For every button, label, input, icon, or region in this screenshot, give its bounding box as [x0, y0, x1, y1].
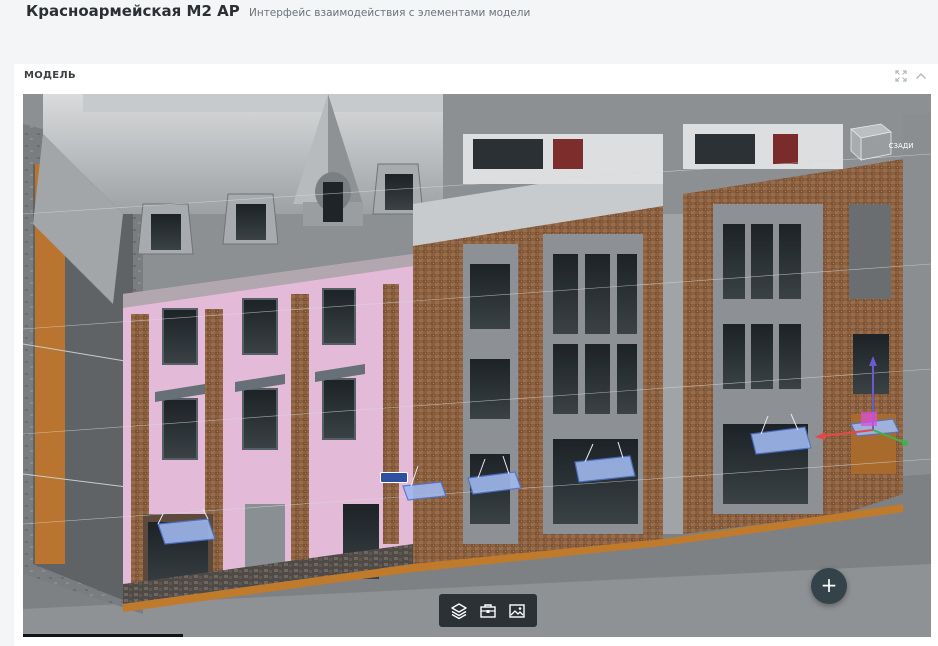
panel-header: МОДЕЛЬ	[14, 64, 938, 92]
viewer-toolbar	[439, 594, 537, 627]
page-title: Красноармейская М2 АР Интерфейс взаимоде…	[26, 2, 530, 20]
toolbox-button[interactable]	[477, 600, 499, 622]
viewcube-label: СЗАДИ	[888, 142, 914, 150]
plus-icon: +	[820, 573, 838, 597]
expand-icon[interactable]	[894, 69, 908, 83]
panel-label: МОДЕЛЬ	[24, 70, 76, 81]
viewcube[interactable]: СЗАДИ	[881, 124, 921, 158]
model-viewport[interactable]: СЗАДИ +	[23, 94, 931, 637]
image-icon	[508, 603, 525, 618]
page-header: Красноармейская М2 АР Интерфейс взаимоде…	[0, 0, 938, 44]
toolbox-icon	[480, 603, 496, 618]
page-title-text: Красноармейская М2 АР	[26, 2, 240, 20]
element-marker[interactable]	[380, 472, 408, 483]
chevron-up-icon[interactable]	[914, 69, 928, 83]
panel-tools	[894, 69, 928, 83]
loading-progress-bar	[23, 634, 183, 637]
layers-button[interactable]	[448, 600, 470, 622]
model-panel: МОДЕЛЬ СЗАДИ +	[14, 64, 938, 646]
image-button[interactable]	[506, 600, 528, 622]
add-button[interactable]: +	[811, 568, 847, 604]
page-subtitle: Интерфейс взаимодействия с элементами мо…	[248, 7, 531, 19]
building-model-render[interactable]	[23, 94, 931, 637]
layers-icon	[451, 602, 468, 619]
